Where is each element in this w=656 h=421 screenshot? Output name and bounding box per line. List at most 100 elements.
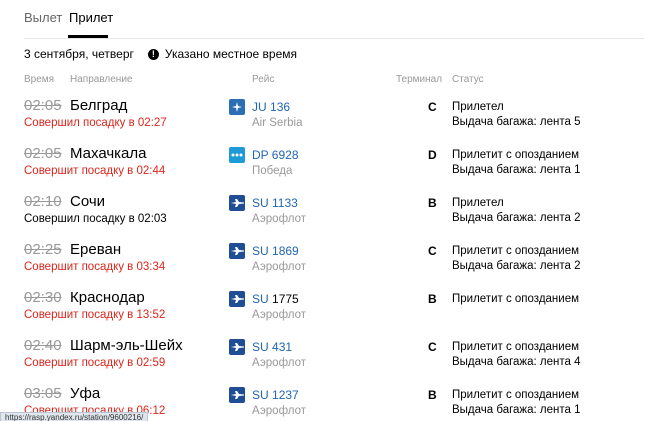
tab-bar: Вылет Прилет: [24, 0, 644, 39]
air-serbia-logo: [229, 99, 245, 115]
flight-number-link[interactable]: SU 431: [252, 340, 292, 354]
destination-city[interactable]: Уфа: [70, 385, 100, 402]
pobeda-logo: [229, 147, 245, 163]
destination-city[interactable]: Сочи: [70, 193, 105, 210]
baggage-text: Выдача багажа: лента 5: [452, 116, 581, 128]
flight-number-link[interactable]: DP 6928: [252, 148, 299, 162]
flight-number: 1775: [272, 292, 299, 306]
destination-city[interactable]: Махачкала: [70, 145, 147, 162]
airline-name: Аэрофлот: [252, 213, 307, 225]
status-text: Прилетел: [452, 197, 504, 209]
flight-row[interactable]: 02:40 Шарм-эль-Шейх Совершит посадку в 02:…: [0, 337, 656, 385]
scheduled-time: 02:05: [24, 97, 62, 114]
table-header: Время Направление Рейс Терминал Статус: [0, 74, 656, 88]
boarding-status: Совершил посадку в 02:27: [24, 117, 167, 129]
airline-code: SU: [252, 388, 269, 402]
airline-name: Аэрофлот: [252, 261, 307, 273]
flight-row[interactable]: 02:25 Ереван Совершит посадку в 03:34 SU 18…: [0, 241, 656, 289]
boarding-status: Совершит посадку в 03:34: [24, 261, 166, 273]
date-label: 3 сентября, четверг: [24, 47, 134, 61]
baggage-text: Выдача багажа: лента 2: [452, 260, 581, 272]
aeroflot-logo: [229, 291, 245, 307]
destination-city[interactable]: Ереван: [70, 241, 121, 258]
terminal: D: [428, 148, 437, 162]
flight-row[interactable]: 02:05 Белград Совершил посадку в 02:27 JU 1…: [0, 97, 656, 145]
header-status: Статус: [452, 74, 484, 85]
terminal: B: [428, 196, 437, 210]
boarding-status: Совершит посадку в 02:59: [24, 357, 166, 369]
status-text: Прилетит с опозданием: [452, 149, 579, 161]
header-direction: Направление: [70, 74, 133, 85]
scheduled-time: 02:10: [24, 193, 62, 210]
terminal: C: [428, 244, 437, 258]
status-bar-url: https://rasp.yandex.ru/station/9600216/: [0, 412, 149, 421]
local-time-note: Указано местное время: [164, 47, 298, 61]
scheduled-time: 02:25: [24, 241, 62, 258]
flight-number-link[interactable]: SU 1775: [252, 292, 299, 306]
header-time: Время: [24, 74, 55, 85]
flight-status: Прилетит с опозданием: [452, 292, 579, 307]
airline-name: Победа: [252, 165, 293, 177]
aeroflot-logo: [229, 387, 245, 403]
flight-number: 1869: [272, 244, 299, 258]
scheduled-time: 02:30: [24, 289, 62, 306]
airline-code: SU: [252, 196, 269, 210]
status-text: Прилетит с опозданием: [452, 341, 579, 353]
aeroflot-logo: [229, 195, 245, 211]
terminal: B: [428, 292, 437, 306]
flight-row[interactable]: 02:05 Махачкала Совершит посадку в 02:44 DP…: [0, 145, 656, 193]
flight-number-link[interactable]: SU 1869: [252, 244, 299, 258]
flight-status: Прилетит с опозданием Выдача багажа: лент…: [452, 148, 581, 178]
terminal: C: [428, 340, 437, 354]
terminal: B: [428, 388, 437, 402]
date-info-row: 3 сентября, четверг ! Указано местное вр…: [24, 47, 297, 61]
airline-code: DP: [252, 148, 269, 162]
airline-code: JU: [252, 100, 267, 114]
header-flight: Рейс: [252, 74, 275, 85]
airline-name: Аэрофлот: [252, 357, 307, 369]
baggage-text: Выдача багажа: лента 4: [452, 356, 581, 368]
flight-status: Прилетит с опозданием Выдача багажа: лент…: [452, 244, 581, 274]
boarding-status: Совершит посадку в 13:52: [24, 309, 166, 321]
destination-city[interactable]: Белград: [70, 97, 127, 114]
status-text: Прилетит с опозданием: [452, 389, 579, 401]
terminal: C: [428, 100, 437, 114]
flight-status: Прилетел Выдача багажа: лента 2: [452, 196, 581, 226]
status-text: Прилетит с опозданием: [452, 293, 579, 305]
baggage-text: Выдача багажа: лента 1: [452, 404, 581, 416]
flight-number: 6928: [271, 148, 299, 162]
baggage-text: Выдача багажа: лента 1: [452, 164, 581, 176]
flight-number: 431: [272, 340, 293, 354]
airline-code: SU: [252, 340, 269, 354]
flight-number: 1133: [272, 196, 298, 210]
baggage-text: Выдача багажа: лента 2: [452, 212, 581, 224]
destination-city[interactable]: Краснодар: [70, 289, 145, 306]
airline-name: Аэрофлот: [252, 405, 307, 417]
boarding-status: Совершил посадку в 02:03: [24, 213, 167, 225]
tab-departures[interactable]: Вылет: [24, 10, 62, 25]
flight-number-link[interactable]: SU 1133: [252, 196, 298, 210]
aeroflot-logo: [229, 339, 245, 355]
flight-status: Прилетит с опозданием Выдача багажа: лент…: [452, 388, 581, 418]
aeroflot-logo: [229, 243, 245, 259]
flight-number-link[interactable]: JU 136: [252, 100, 290, 114]
flight-number-link[interactable]: SU 1237: [252, 388, 299, 402]
header-terminal: Терминал: [396, 74, 443, 85]
flight-status: Прилетит с опозданием Выдача багажа: лент…: [452, 340, 581, 370]
active-tab-indicator: [68, 35, 108, 38]
tab-arrivals[interactable]: Прилет: [69, 10, 113, 25]
airline-name: Air Serbia: [252, 117, 303, 129]
destination-city[interactable]: Шарм-эль-Шейх: [70, 337, 183, 354]
flight-status: Прилетел Выдача багажа: лента 5: [452, 100, 581, 130]
flight-row[interactable]: 02:30 Краснодар Совершит посадку в 13:52 SU…: [0, 289, 656, 337]
flight-row[interactable]: 02:10 Сочи Совершил посадку в 02:03 SU 1133…: [0, 193, 656, 241]
scheduled-time: 02:05: [24, 145, 62, 162]
scheduled-time: 02:40: [24, 337, 62, 354]
status-text: Прилетит с опозданием: [452, 245, 579, 257]
status-text: Прилетел: [452, 101, 504, 113]
scheduled-time: 03:05: [24, 385, 62, 402]
flight-number: 136: [270, 100, 291, 114]
info-icon: !: [147, 48, 159, 60]
airline-code: SU: [252, 292, 269, 306]
flight-number: 1237: [272, 388, 299, 402]
